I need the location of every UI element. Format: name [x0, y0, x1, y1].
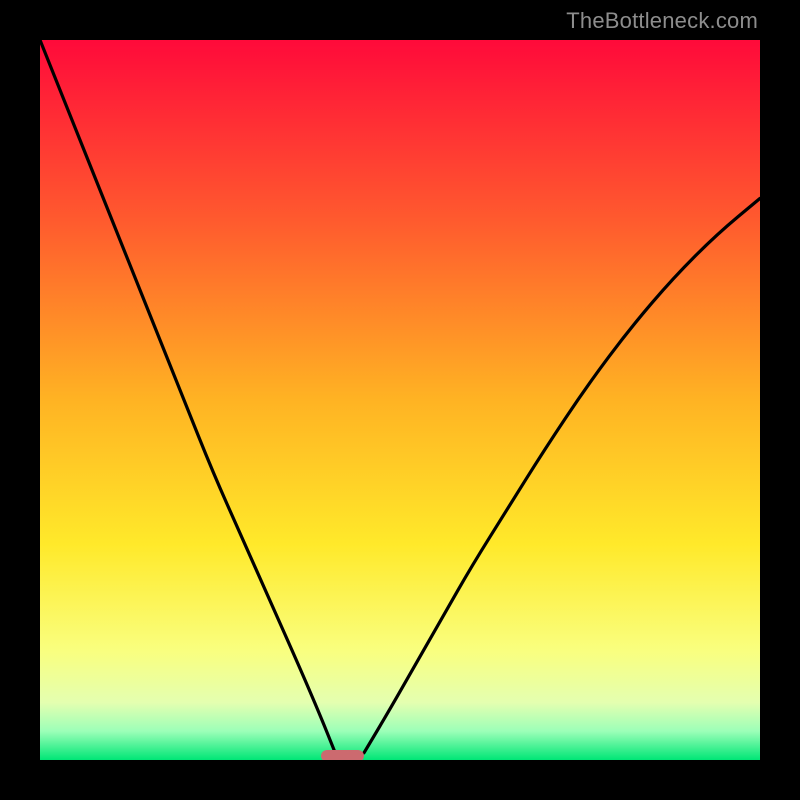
left-curve-path	[40, 40, 335, 753]
chart-frame: TheBottleneck.com	[0, 0, 800, 800]
watermark-text: TheBottleneck.com	[566, 8, 758, 34]
bottleneck-curves	[40, 40, 760, 760]
plot-area	[40, 40, 760, 760]
right-curve-path	[364, 198, 760, 752]
optimum-marker	[321, 750, 364, 760]
